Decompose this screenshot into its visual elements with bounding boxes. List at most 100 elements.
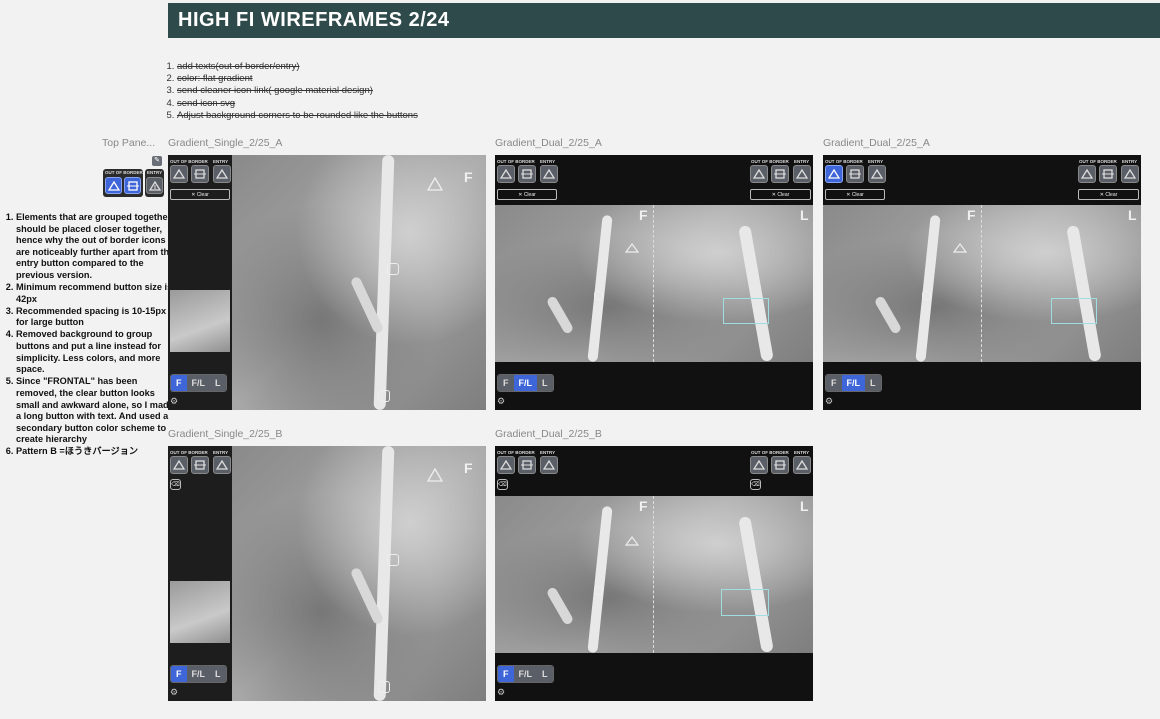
roi-marker[interactable] [922,291,931,300]
entry-triangle-icon[interactable] [625,536,639,546]
entry-label: ENTRY [540,159,556,164]
frame-button[interactable] [191,456,209,474]
view-fl-button[interactable]: F/L [186,375,210,391]
frame-button[interactable] [518,456,536,474]
entry-button[interactable] [1121,165,1139,183]
view-fl-button[interactable]: F/L [186,666,210,682]
roi-marker[interactable] [594,586,603,595]
roi-marker[interactable] [378,681,390,693]
view-fl-button[interactable]: F/L [841,375,865,391]
gear-icon[interactable]: ⚙ [497,396,505,407]
roi-box[interactable] [723,298,769,324]
xray-view[interactable]: F [232,155,486,410]
frame-button[interactable] [124,177,141,194]
frame-single-a: OUT OF BORDER ENTRY ✕ Clear F F F/L L ⚙ [168,155,486,410]
frame-button[interactable] [191,165,209,183]
gear-icon[interactable]: ⚙ [497,687,505,698]
roi-marker[interactable] [594,291,603,300]
entry-triangle-icon [216,459,228,470]
entry-triangle-icon[interactable] [625,243,639,253]
out-of-border-buttons [170,456,209,474]
thumbnail[interactable] [170,581,230,643]
triangle-button[interactable] [497,165,515,183]
view-fl-button[interactable]: F/L [513,375,537,391]
clear-button[interactable]: ✕ Clear [170,189,230,200]
entry-button[interactable] [793,165,811,183]
clear-icon[interactable]: ⌫ [170,479,181,490]
view-l-button[interactable]: L [210,375,226,391]
roi-box[interactable] [1051,298,1097,324]
entry-button[interactable] [213,165,231,183]
frame-button[interactable] [771,165,789,183]
entry-buttons [540,165,558,183]
entry-button[interactable] [540,165,558,183]
view-letter: F [464,169,473,185]
view-f-button[interactable]: F [498,666,514,682]
frame-button[interactable] [846,165,864,183]
gear-icon[interactable]: ⚙ [170,687,178,698]
triangle-button[interactable] [1078,165,1096,183]
note-item: Minimum recommend button size is 42px [16,282,176,305]
triangle-icon [753,168,765,179]
xray-dual-view[interactable]: F L [495,205,813,362]
out-of-border-label: OUT OF BORDER [751,159,789,164]
roi-marker[interactable] [387,554,399,566]
clear-button-right[interactable]: ✕ Clear [750,189,811,200]
out-of-border-buttons [825,165,864,183]
view-f-button[interactable]: F [171,666,187,682]
note-item: Recommended spacing is 10-15px for large… [16,306,176,329]
triangle-button[interactable] [105,177,122,194]
clear-icon[interactable]: ⌫ [750,479,761,490]
clear-button-right[interactable]: ✕ Clear [1078,189,1139,200]
clear-button-left[interactable]: ✕ Clear [825,189,885,200]
edit-icon[interactable]: ✎ [152,156,162,166]
xray-dual-view[interactable]: F L [823,205,1141,362]
top-panel-sample[interactable]: ✎ OUT OF BORDER ENTRY [103,156,164,197]
view-l-button[interactable]: L [537,666,553,682]
entry-button[interactable] [793,456,811,474]
entry-label: ENTRY [1122,159,1138,164]
frame-dual-a1: OUT OF BORDER ENTRY ✕ Clear OUT OF BORDE… [495,155,813,410]
triangle-button[interactable] [750,456,768,474]
entry-triangle-icon[interactable] [953,243,967,253]
view-fl-button[interactable]: F/L [513,666,537,682]
entry-button[interactable] [868,165,886,183]
frame-button[interactable] [771,456,789,474]
todo-item: send cleaner icon link( google material … [177,85,418,97]
view-l-button[interactable]: L [537,375,553,391]
view-f-button[interactable]: F [171,375,187,391]
entry-triangle-icon [796,168,808,179]
view-l-button[interactable]: L [210,666,226,682]
entry-buttons [213,165,231,183]
frame-button[interactable] [518,165,536,183]
vessel [873,295,903,335]
entry-triangle-icon [543,459,555,470]
todo-item: color: flat gradient [177,73,418,85]
clear-icon[interactable]: ⌫ [497,479,508,490]
frame-button[interactable] [1099,165,1117,183]
gear-icon[interactable]: ⚙ [170,396,178,407]
thumbnail[interactable] [170,290,230,352]
xray-view[interactable]: F [232,446,486,701]
entry-button[interactable] [146,177,163,194]
entry-buttons-right [793,165,811,183]
triangle-button[interactable] [750,165,768,183]
roi-marker[interactable] [378,390,390,402]
entry-button[interactable] [213,456,231,474]
view-f-button[interactable]: F [826,375,842,391]
gear-icon[interactable]: ⚙ [825,396,833,407]
view-l-button[interactable]: L [865,375,881,391]
entry-button[interactable] [540,456,558,474]
view-f-button[interactable]: F [498,375,514,391]
triangle-button[interactable] [497,456,515,474]
entry-triangle-icon[interactable] [427,468,443,482]
triangle-button[interactable] [825,165,843,183]
triangle-button[interactable] [170,165,188,183]
roi-box[interactable] [721,589,769,616]
triangle-button[interactable] [170,456,188,474]
xray-dual-view[interactable]: F L [495,496,813,653]
clear-button-left[interactable]: ✕ Clear [497,189,557,200]
roi-marker[interactable] [387,263,399,275]
triangle-icon [107,180,120,191]
entry-triangle-icon[interactable] [427,177,443,191]
